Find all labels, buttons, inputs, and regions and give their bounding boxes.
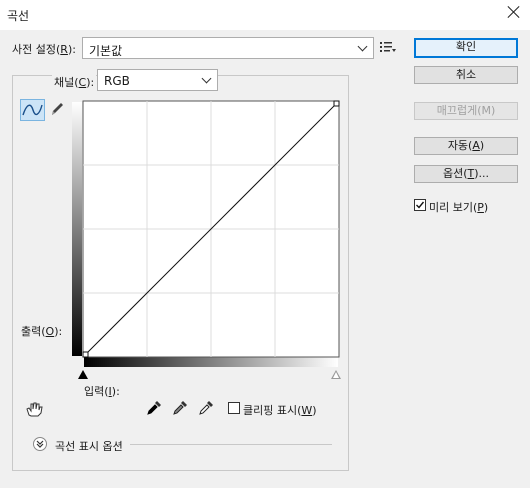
options-button[interactable]: 옵션(T)... bbox=[414, 165, 518, 183]
output-gradient-bar bbox=[72, 102, 82, 356]
eyedropper-white-icon[interactable] bbox=[198, 400, 214, 416]
eyedropper-black-icon[interactable] bbox=[146, 400, 162, 416]
preview-checkbox[interactable] bbox=[414, 199, 426, 211]
eyedropper-gray-icon[interactable] bbox=[172, 400, 188, 416]
title-bar: 곡선 bbox=[0, 0, 530, 30]
curve-icon[interactable] bbox=[20, 99, 45, 121]
clipping-checkbox[interactable] bbox=[228, 402, 240, 414]
curve-display-options-label[interactable]: 곡선 표시 옵션 bbox=[55, 438, 123, 454]
output-label: 출력(O): bbox=[21, 325, 63, 338]
close-icon[interactable] bbox=[506, 4, 522, 20]
channel-label: 채널(C): bbox=[52, 74, 97, 90]
ok-button[interactable]: 확인 bbox=[414, 38, 518, 58]
curve-graph[interactable] bbox=[82, 100, 340, 358]
cancel-button[interactable]: 취소 bbox=[414, 66, 518, 84]
preset-select[interactable]: 기본값 bbox=[82, 37, 374, 59]
hand-icon[interactable] bbox=[24, 400, 44, 418]
auto-button[interactable]: 자동(A) bbox=[414, 137, 518, 155]
clipping-label: 클리핑 표시(W) bbox=[243, 404, 317, 417]
input-gradient-bar bbox=[84, 357, 338, 367]
preset-value: 기본값 bbox=[89, 44, 123, 58]
chevron-down-icon bbox=[357, 41, 368, 52]
window-title: 곡선 bbox=[7, 9, 30, 23]
preset-label: 사전 설정(R): bbox=[12, 43, 76, 56]
white-point-slider[interactable] bbox=[331, 370, 341, 379]
smooth-button[interactable]: 매끄럽게(M) bbox=[414, 102, 518, 120]
chevron-down-icon bbox=[201, 73, 212, 84]
channel-value: RGB bbox=[104, 74, 130, 88]
chevron-down-double-icon[interactable] bbox=[33, 437, 47, 451]
input-label: 입력(I): bbox=[84, 385, 120, 398]
presets-menu-icon[interactable] bbox=[380, 41, 396, 53]
divider bbox=[130, 444, 332, 445]
black-point-slider[interactable] bbox=[78, 370, 88, 379]
channel-select[interactable]: RGB bbox=[97, 69, 218, 91]
preview-label: 미리 보기(P) bbox=[429, 201, 489, 214]
pencil-icon[interactable] bbox=[49, 100, 65, 118]
